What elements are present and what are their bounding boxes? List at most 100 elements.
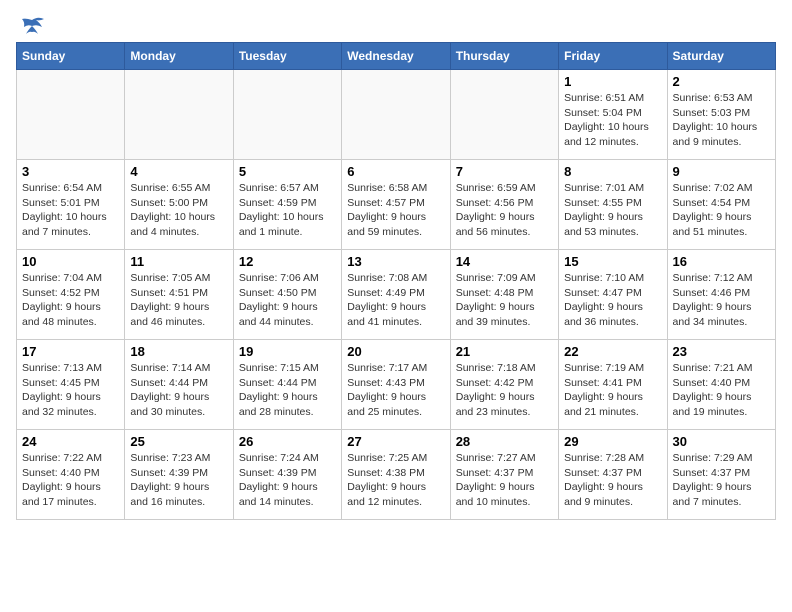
calendar-cell: 26Sunrise: 7:24 AMSunset: 4:39 PMDayligh… xyxy=(233,430,341,520)
weekday-header-wednesday: Wednesday xyxy=(342,43,450,70)
day-number: 9 xyxy=(673,164,770,179)
day-number: 22 xyxy=(564,344,661,359)
calendar-cell: 23 Sunrise: 7:21 AMSunset: 4:40 PMDayligh… xyxy=(667,340,775,430)
calendar-cell xyxy=(233,70,341,160)
day-detail: Sunrise: 6:54 AMSunset: 5:01 PMDaylight:… xyxy=(22,181,119,240)
day-number: 12 xyxy=(239,254,336,269)
day-detail: Sunrise: 6:55 AMSunset: 5:00 PMDaylight:… xyxy=(130,181,227,240)
day-detail: Sunrise: 7:10 AMSunset: 4:47 PMDaylight:… xyxy=(564,271,661,330)
day-detail: Sunrise: 7:12 AMSunset: 4:46 PMDaylight:… xyxy=(673,271,770,330)
calendar-cell: 21 Sunrise: 7:18 AMSunset: 4:42 PMDayligh… xyxy=(450,340,558,430)
weekday-header-friday: Friday xyxy=(559,43,667,70)
day-number: 10 xyxy=(22,254,119,269)
day-detail: Sunrise: 6:51 AMSunset: 5:04 PMDaylight:… xyxy=(564,91,661,150)
calendar-cell: 6 Sunrise: 6:58 AMSunset: 4:57 PMDaylight… xyxy=(342,160,450,250)
calendar-cell: 12Sunrise: 7:06 AMSunset: 4:50 PMDayligh… xyxy=(233,250,341,340)
calendar-cell xyxy=(125,70,233,160)
day-number: 21 xyxy=(456,344,553,359)
calendar-cell: 25 Sunrise: 7:23 AMSunset: 4:39 PMDayligh… xyxy=(125,430,233,520)
day-number: 7 xyxy=(456,164,553,179)
day-detail: Sunrise: 7:02 AMSunset: 4:54 PMDaylight:… xyxy=(673,181,770,240)
weekday-header-saturday: Saturday xyxy=(667,43,775,70)
calendar-cell: 4 Sunrise: 6:55 AMSunset: 5:00 PMDaylight… xyxy=(125,160,233,250)
day-detail: Sunrise: 6:57 AMSunset: 4:59 PMDaylight:… xyxy=(239,181,336,240)
week-row-1: 1 Sunrise: 6:51 AMSunset: 5:04 PMDaylight… xyxy=(17,70,776,160)
day-number: 28 xyxy=(456,434,553,449)
day-number: 4 xyxy=(130,164,227,179)
day-detail: Sunrise: 6:58 AMSunset: 4:57 PMDaylight:… xyxy=(347,181,444,240)
day-detail: Sunrise: 7:18 AMSunset: 4:42 PMDaylight:… xyxy=(456,361,553,420)
logo xyxy=(16,16,46,34)
calendar-cell: 5 Sunrise: 6:57 AMSunset: 4:59 PMDaylight… xyxy=(233,160,341,250)
calendar-cell: 9 Sunrise: 7:02 AMSunset: 4:54 PMDaylight… xyxy=(667,160,775,250)
day-number: 11 xyxy=(130,254,227,269)
weekday-header-sunday: Sunday xyxy=(17,43,125,70)
day-detail: Sunrise: 7:01 AMSunset: 4:55 PMDaylight:… xyxy=(564,181,661,240)
calendar-cell: 19 Sunrise: 7:15 AMSunset: 4:44 PMDayligh… xyxy=(233,340,341,430)
day-detail: Sunrise: 6:53 AMSunset: 5:03 PMDaylight:… xyxy=(673,91,770,150)
week-row-5: 24 Sunrise: 7:22 AMSunset: 4:40 PMDayligh… xyxy=(17,430,776,520)
calendar-table: SundayMondayTuesdayWednesdayThursdayFrid… xyxy=(16,42,776,520)
day-detail: Sunrise: 7:21 AMSunset: 4:40 PMDaylight:… xyxy=(673,361,770,420)
weekday-header-row: SundayMondayTuesdayWednesdayThursdayFrid… xyxy=(17,43,776,70)
day-number: 6 xyxy=(347,164,444,179)
day-number: 3 xyxy=(22,164,119,179)
day-number: 30 xyxy=(673,434,770,449)
calendar-cell: 10 Sunrise: 7:04 AMSunset: 4:52 PMDayligh… xyxy=(17,250,125,340)
day-detail: Sunrise: 7:24 AMSunset: 4:39 PMDaylight:… xyxy=(239,451,336,510)
calendar-cell xyxy=(450,70,558,160)
week-row-3: 10 Sunrise: 7:04 AMSunset: 4:52 PMDayligh… xyxy=(17,250,776,340)
day-detail: Sunrise: 7:15 AMSunset: 4:44 PMDaylight:… xyxy=(239,361,336,420)
day-number: 19 xyxy=(239,344,336,359)
week-row-2: 3 Sunrise: 6:54 AMSunset: 5:01 PMDaylight… xyxy=(17,160,776,250)
day-number: 1 xyxy=(564,74,661,89)
day-detail: Sunrise: 7:23 AMSunset: 4:39 PMDaylight:… xyxy=(130,451,227,510)
day-number: 23 xyxy=(673,344,770,359)
day-number: 25 xyxy=(130,434,227,449)
calendar-cell xyxy=(342,70,450,160)
calendar-cell: 13Sunrise: 7:08 AMSunset: 4:49 PMDayligh… xyxy=(342,250,450,340)
weekday-header-thursday: Thursday xyxy=(450,43,558,70)
calendar-cell: 20 Sunrise: 7:17 AMSunset: 4:43 PMDayligh… xyxy=(342,340,450,430)
week-row-4: 17 Sunrise: 7:13 AMSunset: 4:45 PMDayligh… xyxy=(17,340,776,430)
day-detail: Sunrise: 7:04 AMSunset: 4:52 PMDaylight:… xyxy=(22,271,119,330)
calendar-cell xyxy=(17,70,125,160)
day-number: 5 xyxy=(239,164,336,179)
day-detail: Sunrise: 7:19 AMSunset: 4:41 PMDaylight:… xyxy=(564,361,661,420)
day-detail: Sunrise: 7:09 AMSunset: 4:48 PMDaylight:… xyxy=(456,271,553,330)
calendar-cell: 7 Sunrise: 6:59 AMSunset: 4:56 PMDaylight… xyxy=(450,160,558,250)
day-number: 18 xyxy=(130,344,227,359)
calendar-cell: 22 Sunrise: 7:19 AMSunset: 4:41 PMDayligh… xyxy=(559,340,667,430)
day-number: 17 xyxy=(22,344,119,359)
calendar-cell: 15 Sunrise: 7:10 AMSunset: 4:47 PMDayligh… xyxy=(559,250,667,340)
day-detail: Sunrise: 6:59 AMSunset: 4:56 PMDaylight:… xyxy=(456,181,553,240)
day-detail: Sunrise: 7:17 AMSunset: 4:43 PMDaylight:… xyxy=(347,361,444,420)
logo-bird-icon xyxy=(18,16,46,38)
calendar-cell: 18 Sunrise: 7:14 AMSunset: 4:44 PMDayligh… xyxy=(125,340,233,430)
calendar-cell: 1 Sunrise: 6:51 AMSunset: 5:04 PMDaylight… xyxy=(559,70,667,160)
calendar-cell: 30Sunrise: 7:29 AMSunset: 4:37 PMDayligh… xyxy=(667,430,775,520)
day-number: 27 xyxy=(347,434,444,449)
day-detail: Sunrise: 7:05 AMSunset: 4:51 PMDaylight:… xyxy=(130,271,227,330)
day-number: 20 xyxy=(347,344,444,359)
day-number: 14 xyxy=(456,254,553,269)
weekday-header-tuesday: Tuesday xyxy=(233,43,341,70)
day-number: 16 xyxy=(673,254,770,269)
calendar-cell: 29 Sunrise: 7:28 AMSunset: 4:37 PMDayligh… xyxy=(559,430,667,520)
header xyxy=(16,16,776,34)
day-detail: Sunrise: 7:14 AMSunset: 4:44 PMDaylight:… xyxy=(130,361,227,420)
day-detail: Sunrise: 7:25 AMSunset: 4:38 PMDaylight:… xyxy=(347,451,444,510)
calendar-cell: 28Sunrise: 7:27 AMSunset: 4:37 PMDayligh… xyxy=(450,430,558,520)
day-number: 24 xyxy=(22,434,119,449)
calendar-body: 1 Sunrise: 6:51 AMSunset: 5:04 PMDaylight… xyxy=(17,70,776,520)
day-number: 2 xyxy=(673,74,770,89)
day-number: 13 xyxy=(347,254,444,269)
day-detail: Sunrise: 7:22 AMSunset: 4:40 PMDaylight:… xyxy=(22,451,119,510)
calendar-cell: 8Sunrise: 7:01 AMSunset: 4:55 PMDaylight… xyxy=(559,160,667,250)
weekday-header-monday: Monday xyxy=(125,43,233,70)
day-detail: Sunrise: 7:28 AMSunset: 4:37 PMDaylight:… xyxy=(564,451,661,510)
day-number: 29 xyxy=(564,434,661,449)
calendar-cell: 16 Sunrise: 7:12 AMSunset: 4:46 PMDayligh… xyxy=(667,250,775,340)
day-number: 15 xyxy=(564,254,661,269)
day-detail: Sunrise: 7:13 AMSunset: 4:45 PMDaylight:… xyxy=(22,361,119,420)
